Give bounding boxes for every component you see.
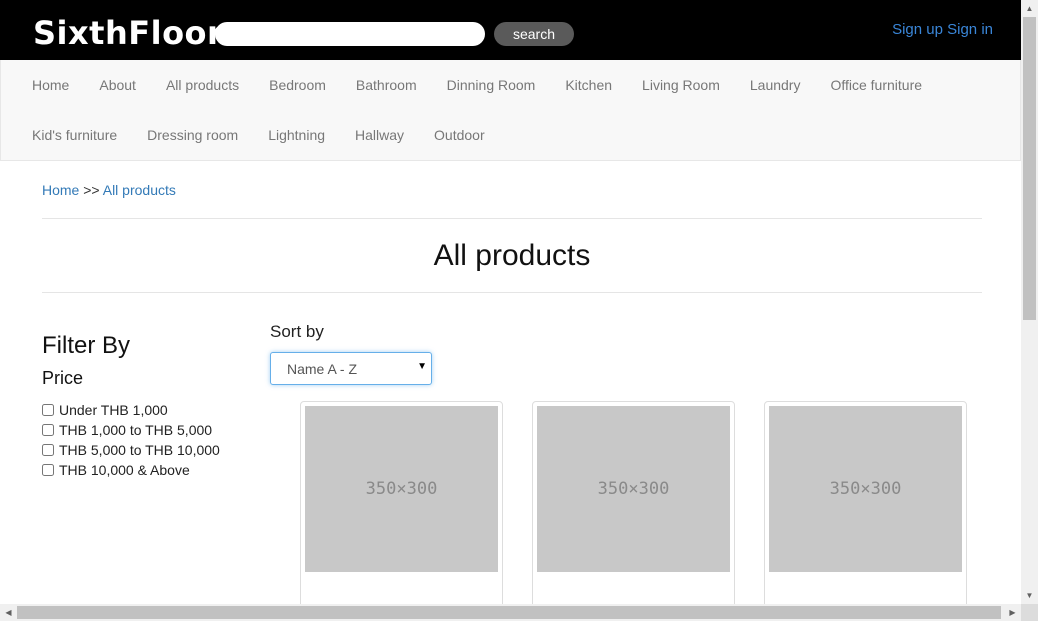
price-option-label: THB 1,000 to THB 5,000	[59, 422, 213, 438]
nav-item-dressing-room[interactable]: Dressing room	[132, 127, 253, 143]
breadcrumb-separator: >>	[83, 182, 100, 198]
nav-item-living-room[interactable]: Living Room	[627, 77, 735, 93]
nav-item-all-products[interactable]: All products	[151, 77, 254, 93]
nav-item-kids-furniture[interactable]: Kid's furniture	[17, 127, 132, 143]
page: SixthFloor search Sign up Sign in Home A…	[0, 0, 1021, 604]
nav-item-bathroom[interactable]: Bathroom	[341, 77, 432, 93]
sort-select[interactable]: Name A - Z ▼	[270, 352, 432, 385]
nav-item-office-furniture[interactable]: Office furniture	[815, 77, 937, 93]
price-option[interactable]: THB 10,000 & Above	[42, 460, 220, 480]
scroll-down-arrow-icon[interactable]: ▼	[1021, 587, 1038, 604]
signin-link[interactable]: Sign in	[947, 21, 993, 38]
nav-item-dinning-room[interactable]: Dinning Room	[432, 77, 551, 93]
nav-item-laundry[interactable]: Laundry	[735, 77, 816, 93]
filter-title: Filter By	[42, 332, 131, 359]
price-filter-list: Under THB 1,000 THB 1,000 to THB 5,000 T…	[42, 400, 220, 480]
sort-selected-value: Name A - Z	[287, 360, 358, 377]
product-card[interactable]: 350×300	[300, 401, 503, 604]
nav-item-kitchen[interactable]: Kitchen	[550, 77, 627, 93]
breadcrumb: Home >> All products	[42, 182, 176, 198]
price-checkbox-5000-10000[interactable]	[42, 444, 54, 456]
nav-item-outdoor[interactable]: Outdoor	[419, 127, 500, 143]
divider-top	[42, 218, 982, 219]
search-input[interactable]	[215, 22, 485, 46]
price-option-label: Under THB 1,000	[59, 402, 168, 418]
product-image-placeholder[interactable]: 350×300	[305, 406, 498, 572]
sort-label: Sort by	[270, 322, 324, 341]
scroll-left-arrow-icon[interactable]: ◀	[0, 604, 17, 621]
nav-item-about[interactable]: About	[84, 77, 151, 93]
breadcrumb-home[interactable]: Home	[42, 182, 79, 198]
nav-item-home[interactable]: Home	[17, 77, 84, 93]
breadcrumb-current[interactable]: All products	[103, 182, 176, 198]
scroll-right-arrow-icon[interactable]: ▶	[1004, 604, 1021, 621]
price-option[interactable]: THB 5,000 to THB 10,000	[42, 440, 220, 460]
product-image-placeholder[interactable]: 350×300	[769, 406, 962, 572]
price-checkbox-1000-5000[interactable]	[42, 424, 54, 436]
nav-row-1: Home About All products Bedroom Bathroom…	[17, 60, 937, 110]
price-option-label: THB 5,000 to THB 10,000	[59, 442, 220, 458]
category-nav: Home About All products Bedroom Bathroom…	[0, 60, 1021, 161]
horizontal-scroll-thumb[interactable]	[17, 606, 1001, 619]
price-option[interactable]: THB 1,000 to THB 5,000	[42, 420, 220, 440]
divider-bottom	[42, 292, 982, 293]
nav-item-bedroom[interactable]: Bedroom	[254, 77, 341, 93]
price-checkbox-10000-above[interactable]	[42, 464, 54, 476]
page-title: All products	[433, 239, 591, 272]
price-option-label: THB 10,000 & Above	[59, 462, 190, 478]
top-bar: SixthFloor search Sign up Sign in	[0, 0, 1021, 60]
price-checkbox-under-1000[interactable]	[42, 404, 54, 416]
search-button[interactable]: search	[494, 22, 574, 46]
nav-row-2: Kid's furniture Dressing room Lightning …	[17, 110, 500, 160]
price-option[interactable]: Under THB 1,000	[42, 400, 220, 420]
nav-item-lightning[interactable]: Lightning	[253, 127, 340, 143]
product-image-placeholder[interactable]: 350×300	[537, 406, 730, 572]
product-card[interactable]: 350×300	[764, 401, 967, 604]
caret-down-icon: ▼	[417, 361, 427, 372]
signup-link[interactable]: Sign up	[892, 21, 943, 38]
product-card[interactable]: 350×300	[532, 401, 735, 604]
vertical-scroll-thumb[interactable]	[1023, 17, 1036, 320]
scroll-up-arrow-icon[interactable]: ▲	[1021, 0, 1038, 17]
auth-links: Sign up Sign in	[892, 21, 993, 39]
nav-item-hallway[interactable]: Hallway	[340, 127, 419, 143]
scrollbar-corner	[1021, 604, 1038, 621]
site-logo[interactable]: SixthFloor	[33, 13, 223, 53]
price-filter-title: Price	[42, 368, 84, 388]
